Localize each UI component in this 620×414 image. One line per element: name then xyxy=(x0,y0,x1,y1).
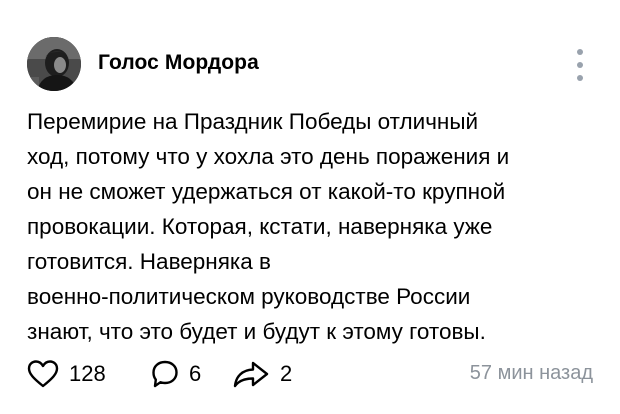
post-text-line: он не сможет удержаться от какой-то круп… xyxy=(27,179,506,204)
post-footer: 128 6 2 57 мин назад xyxy=(27,354,593,394)
post-text-line: провокации. Которая, кстати, наверняка у… xyxy=(27,214,493,239)
post-header: Голос Мордора xyxy=(27,37,593,91)
comment-icon xyxy=(152,360,178,388)
comment-button[interactable]: 6 xyxy=(151,354,201,394)
post-text-line: Перемирие на Праздник Победы отличный xyxy=(27,109,479,134)
post-text-line: знают, что это будет и будут к этому гот… xyxy=(27,319,486,344)
post-text-line: готовится. Наверняка в xyxy=(27,249,271,274)
post-text: Перемирие на Праздник Победы отличный хо… xyxy=(27,104,597,349)
share-button[interactable]: 2 xyxy=(232,354,292,394)
share-count: 2 xyxy=(280,361,293,386)
avatar-photo xyxy=(27,37,81,91)
heart-icon xyxy=(27,360,59,388)
post-timestamp[interactable]: 57 мин назад xyxy=(470,362,593,385)
like-count: 128 xyxy=(69,361,106,386)
avatar[interactable] xyxy=(27,37,81,91)
more-vertical-icon[interactable] xyxy=(575,49,585,81)
comment-count: 6 xyxy=(189,361,202,386)
post-text-line: военно-политическом руководстве России xyxy=(27,284,471,309)
author-name[interactable]: Голос Мордора xyxy=(98,51,259,75)
share-icon xyxy=(233,361,269,388)
post-text-line: ход, потому что у хохла это день поражен… xyxy=(27,144,510,169)
like-button[interactable]: 128 xyxy=(27,354,106,394)
post-card: Голос Мордора Перемирие на Праздник Побе… xyxy=(0,0,620,414)
